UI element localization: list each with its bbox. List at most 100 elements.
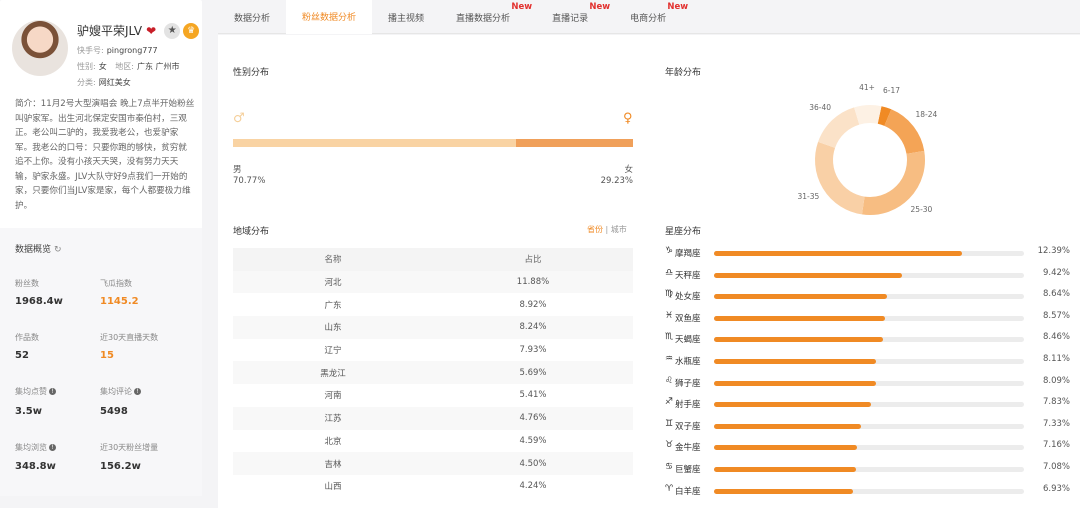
zodiac-bar-fill xyxy=(714,423,861,429)
age-label: 41+ xyxy=(859,83,875,93)
age-segment-25-30[interactable] xyxy=(861,150,925,215)
zodiac-bar-track xyxy=(714,445,1024,451)
stat-label-text: 集均浏览 xyxy=(15,443,47,452)
profile-name: 驴嫂平荣JLV xyxy=(77,24,143,38)
stat-label-text: 近30天直播天数 xyxy=(100,333,159,342)
table-row: 河北 11.88% xyxy=(233,270,633,294)
stat-label: 近30天粉丝增量 xyxy=(100,442,158,453)
zodiac-pct: 8.57% xyxy=(1042,310,1070,321)
table-cell: 4.59% xyxy=(519,435,547,446)
table-row: 黑龙江 5.69% xyxy=(233,361,633,385)
table-cell: 辽宁 xyxy=(324,346,342,357)
stat-label-text: 集均点赞 xyxy=(15,387,47,396)
toggle-province[interactable]: 省份 xyxy=(587,225,603,234)
toggle-city[interactable]: 城市 xyxy=(611,225,627,234)
zodiac-pct: 6.93% xyxy=(1042,483,1070,494)
stat-value: 3.5w xyxy=(15,406,42,417)
table-cell: 4.76% xyxy=(519,413,547,424)
zodiac-pct: 8.64% xyxy=(1042,289,1070,300)
virgo-icon: ♍ xyxy=(665,289,674,300)
avatar[interactable] xyxy=(12,20,68,76)
zodiac-bar-track xyxy=(714,467,1024,472)
tab-0[interactable]: 数据分析 xyxy=(218,0,286,34)
stat-label: 集均浏览! xyxy=(15,442,56,453)
zodiac-row: ♉ 金牛座 7.16% xyxy=(665,440,1070,454)
stat-value: 52 xyxy=(15,350,29,361)
zodiac-name: 双鱼座 xyxy=(675,313,701,324)
zodiac-bar-fill xyxy=(714,467,856,472)
table-cell: 4.24% xyxy=(519,481,547,492)
aquarius-icon: ♒ xyxy=(665,354,674,364)
table-cell: 江苏 xyxy=(324,414,342,425)
zodiac-bar-fill xyxy=(714,272,903,278)
tab-label: 数据分析 xyxy=(234,13,271,24)
info-icon[interactable]: ! xyxy=(49,444,56,451)
zodiac-name: 射手座 xyxy=(675,400,701,411)
zodiac-name: 双子座 xyxy=(675,421,701,432)
info-icon[interactable]: ! xyxy=(49,388,56,395)
crown-icon[interactable]: ♛ xyxy=(183,22,200,39)
zodiac-name: 摩羯座 xyxy=(675,249,701,259)
zodiac-bar-fill xyxy=(714,294,887,300)
female-icon: ♀ xyxy=(623,111,633,126)
gender-region: 性别: 女 地区: 广东 广州市 xyxy=(77,61,180,72)
tab-label: 直播数据分析 xyxy=(456,13,511,24)
region-table: 名称 占比 河北 11.88% 广东 8.92% 山东 8.24% 辽宁 7.93% 黑龙江 5.69… xyxy=(233,248,633,498)
stat-label-text: 近30天粉丝增量 xyxy=(100,443,159,452)
age-label: 36-40 xyxy=(809,103,832,113)
table-row: 吉林 4.50% xyxy=(233,452,633,475)
table-row: 山东 8.24% xyxy=(233,316,633,339)
age-segment-18-24[interactable] xyxy=(883,109,925,155)
refresh-icon[interactable]: ↻ xyxy=(54,245,62,255)
female-pct: 29.23% xyxy=(600,176,633,186)
tab-4[interactable]: 直播记录 New xyxy=(536,0,614,34)
zodiac-bar-fill xyxy=(714,402,871,408)
region-label: 地区: xyxy=(115,62,134,71)
zodiac-row: ♈ 白羊座 6.93% xyxy=(665,484,1070,498)
bio-text: 简介：11月2号大型演唱会 晚上7点半开始粉丝叫驴家军。出生河北保定安国市秦伯村… xyxy=(15,99,195,211)
stat-value: 1968.4w xyxy=(15,296,63,307)
age-title: 年龄分布 xyxy=(665,68,702,78)
age-segment-41+[interactable] xyxy=(854,105,882,125)
table-row: 北京 4.59% xyxy=(233,430,633,453)
gender-title: 性别分布 xyxy=(233,68,270,78)
zodiac-pct: 8.09% xyxy=(1042,375,1070,386)
table-row: 辽宁 7.93% xyxy=(233,339,633,362)
male-pct: 70.77% xyxy=(233,176,266,186)
cancer-icon: ♋ xyxy=(665,462,674,472)
region-value: 广东 广州市 xyxy=(136,62,180,71)
zodiac-bar-track xyxy=(714,380,1024,386)
stat-label-text: 集均评论 xyxy=(100,387,132,396)
region-title: 地域分布 xyxy=(233,227,270,237)
zodiac-row: ♋ 巨蟹座 7.08% xyxy=(665,462,1070,476)
zodiac-bar-fill xyxy=(714,337,884,343)
profile-panel: 驴嫂平荣JLV ❤ ★ ♛ 快手号: pingrong777 性别: 女 地区: 广东… xyxy=(0,0,202,496)
new-badge: New xyxy=(511,2,533,12)
age-segment-36-40[interactable] xyxy=(818,107,860,149)
age-label: 31-35 xyxy=(797,192,820,202)
tab-3[interactable]: 直播数据分析 New xyxy=(440,0,536,34)
stat-label: 近30天直播天数 xyxy=(100,332,158,343)
aries-icon: ♈ xyxy=(665,483,674,494)
table-cell: 黑龙江 xyxy=(320,368,346,379)
star-icon[interactable]: ★ xyxy=(164,22,181,39)
tab-2[interactable]: 播主视频 xyxy=(372,0,440,34)
zodiac-bar-track xyxy=(714,423,1024,429)
table-cell: 8.92% xyxy=(519,299,547,310)
tab-label: 直播记录 xyxy=(552,13,589,24)
table-row: 河南 5.41% xyxy=(233,384,633,407)
zodiac-name: 白羊座 xyxy=(675,486,701,497)
tab-5[interactable]: 电商分析 New xyxy=(614,0,692,34)
age-segment-31-35[interactable] xyxy=(815,141,866,215)
age-segment-6-17[interactable] xyxy=(877,106,892,126)
zodiac-bar-track xyxy=(714,337,1024,343)
info-icon[interactable]: ! xyxy=(134,388,141,395)
age-label: 6-17 xyxy=(883,86,901,96)
table-cell: 8.24% xyxy=(519,322,547,333)
table-cell: 4.50% xyxy=(519,458,547,469)
data-overview: 数据概览 ↻ 粉丝数 1968.4w 飞瓜指数 1145.2 作品数 52 近30天直播天数 1… xyxy=(0,228,202,496)
overview-title-row: 数据概览 ↻ xyxy=(15,242,62,255)
table-row: 江苏 4.76% xyxy=(233,406,633,430)
zodiac-bar-fill xyxy=(714,445,858,451)
tab-1[interactable]: 粉丝数据分析 xyxy=(286,0,373,34)
